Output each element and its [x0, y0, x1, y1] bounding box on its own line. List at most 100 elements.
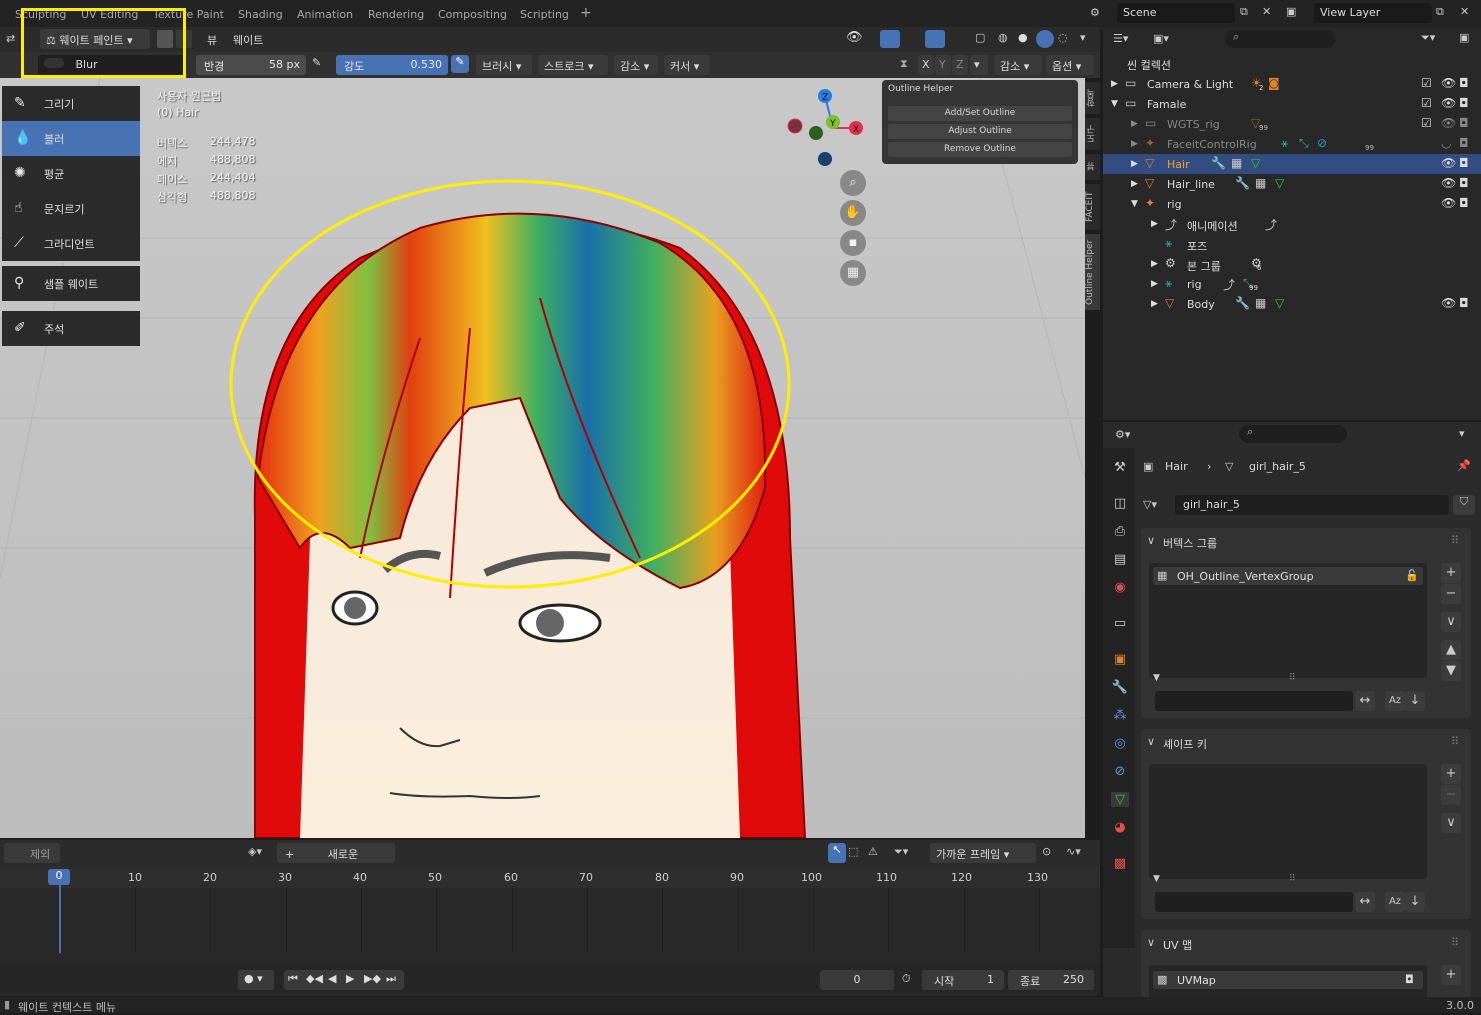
- expand-arrow-icon[interactable]: ▶: [1131, 139, 1138, 149]
- new-keying-set-button[interactable]: + 새로운: [277, 843, 395, 863]
- wireframe-shading-icon[interactable]: ◍: [998, 31, 1008, 44]
- outliner-row-rig-data[interactable]: ▶ ⚹ rig ⤴ ⤡ 99: [1103, 274, 1481, 294]
- scene-selector[interactable]: Scene: [1117, 3, 1235, 23]
- prev-keyframe-icon[interactable]: ◆◀: [306, 972, 323, 985]
- tab-rendering[interactable]: Rendering: [368, 8, 424, 21]
- start-frame-field[interactable]: 시작 1: [922, 970, 1004, 990]
- collapse-arrow-icon[interactable]: ▼: [1131, 199, 1138, 209]
- modifier-tab-icon[interactable]: 🔧: [1111, 680, 1129, 695]
- brush-menu[interactable]: 브러시 ▾: [476, 55, 532, 75]
- tool-average[interactable]: ✺ 평균: [2, 156, 140, 191]
- expand-arrow-icon[interactable]: ▶: [1131, 119, 1138, 129]
- tool-blur[interactable]: 💧 블러: [2, 121, 140, 156]
- side-tab-tool[interactable]: 도구: [1085, 118, 1100, 150]
- view-layer-icon[interactable]: ▣: [1286, 5, 1296, 18]
- drag-handle-icon[interactable]: ⠿: [1451, 735, 1459, 748]
- scene-icon[interactable]: ⚙: [1090, 6, 1100, 19]
- drag-handle-icon[interactable]: ⠿: [1451, 534, 1459, 547]
- uv-map-item[interactable]: ▩ UVMap ◘: [1153, 971, 1423, 989]
- eye-icon[interactable]: 👁: [1441, 296, 1456, 310]
- filter-view-icon[interactable]: ▣▾: [1153, 32, 1169, 45]
- cursor-menu[interactable]: 커서 ▾: [664, 55, 710, 75]
- add-set-outline-button[interactable]: Add/Set Outline: [888, 106, 1072, 121]
- mirror-x-toggle[interactable]: X: [918, 55, 934, 75]
- scene-collection-label[interactable]: 씬 컬렉션: [1127, 57, 1171, 73]
- side-tab-item[interactable]: 항목: [1085, 82, 1100, 114]
- render-camera-icon[interactable]: ◘: [1459, 196, 1469, 210]
- constraint-tab-icon[interactable]: ⊘: [1111, 764, 1129, 779]
- sort-reverse-icon[interactable]: ↓: [1405, 691, 1425, 711]
- keying-set-icon[interactable]: ◈▾: [248, 845, 262, 858]
- zoom-icon[interactable]: ⌕: [840, 170, 866, 196]
- vertex-group-item[interactable]: ▦ OH_Outline_VertexGroup 🔓: [1153, 567, 1423, 585]
- view-menu[interactable]: 뷰: [207, 32, 217, 48]
- outliner-row-famale[interactable]: ▼ ▭ Famale ☑ 👁 ◘: [1103, 94, 1481, 114]
- solid-shading-icon[interactable]: ●: [1018, 31, 1028, 44]
- collapse-arrow-icon[interactable]: ▼: [1111, 99, 1118, 109]
- move-down-button[interactable]: ▼: [1441, 661, 1461, 681]
- world-tab-icon[interactable]: ▭: [1111, 616, 1129, 631]
- proportional-icon[interactable]: ⊙: [1042, 845, 1051, 858]
- pan-hand-icon[interactable]: ✋: [840, 200, 866, 226]
- eye-icon[interactable]: 👁: [1441, 116, 1456, 130]
- outliner-search-input[interactable]: ⌕: [1225, 30, 1335, 48]
- data-tab-icon[interactable]: ▽: [1111, 792, 1129, 807]
- lock-icon[interactable]: 🔓: [1405, 569, 1419, 582]
- active-render-camera-icon[interactable]: ◘: [1405, 973, 1414, 986]
- timeline[interactable]: 0 10 20 30 40 50 60 70 80 90 100 110 120…: [0, 866, 1100, 966]
- scene-tab-icon[interactable]: ◉: [1111, 580, 1129, 595]
- copy-layer-icon[interactable]: ⧉: [1436, 5, 1444, 19]
- outliner-row-animation[interactable]: ▶ ⤴ 애니메이션 ⤴: [1103, 214, 1481, 234]
- expand-arrow-icon[interactable]: ▶: [1151, 299, 1158, 309]
- outliner-row-bone-group[interactable]: ▶ ⚙ 본 그룹 ⚙ 6: [1103, 254, 1481, 274]
- current-frame-indicator[interactable]: 0: [48, 869, 70, 885]
- editor-type-icon[interactable]: ⚙▾: [1115, 428, 1130, 441]
- tab-animation[interactable]: Animation: [297, 8, 353, 21]
- side-tab-outline-helper[interactable]: Outline Helper: [1085, 234, 1100, 310]
- jump-end-icon[interactable]: ⏭: [386, 972, 396, 986]
- outliner-row-camera-light[interactable]: ▶ ▭ Camera & Light ☀ 2 ◙ ☑ 👁 ◘: [1103, 74, 1481, 94]
- new-collection-icon[interactable]: ▣: [1459, 31, 1469, 44]
- outliner-row-faceit-rig[interactable]: ▶ ✦ FaceitControlRig ⚹ ⤡ ⊘ 99 ◡ ◘: [1103, 134, 1481, 154]
- select-icon[interactable]: ↖: [828, 843, 846, 863]
- output-tab-icon[interactable]: ⎙: [1111, 524, 1129, 539]
- list-expand-icon[interactable]: ▼: [1153, 874, 1160, 884]
- render-camera-icon[interactable]: ◘: [1459, 96, 1469, 110]
- adjust-outline-button[interactable]: Adjust Outline: [888, 124, 1072, 139]
- falloff-options-menu[interactable]: 감소 ▾: [994, 55, 1042, 75]
- side-tab-faceit[interactable]: FACEIT: [1085, 184, 1100, 230]
- move-up-button[interactable]: ▲: [1441, 640, 1461, 660]
- play-icon[interactable]: ▶: [346, 972, 354, 985]
- texture-tab-icon[interactable]: ▩: [1111, 856, 1129, 871]
- mesh-name-field[interactable]: girl_hair_5: [1175, 495, 1449, 515]
- eye-icon[interactable]: 👁: [1441, 76, 1456, 90]
- record-button[interactable]: ● ▾: [238, 970, 274, 990]
- render-camera-icon[interactable]: ◘: [1459, 136, 1469, 150]
- tool-smear[interactable]: ☝ 문지르기: [2, 191, 140, 226]
- render-camera-icon[interactable]: ◘: [1459, 296, 1469, 310]
- tool-gradient[interactable]: ⟋ 그라디언트: [2, 226, 140, 261]
- snap-mode-selector[interactable]: 가까운 프레임 ▾: [930, 843, 1036, 863]
- falloff-menu[interactable]: 감소 ▾: [614, 55, 658, 75]
- 3d-viewport[interactable]: Z X Y 사용자 원근법 (0) Hair 버텍스 244,478 에지 48…: [0, 78, 1085, 838]
- tool-draw[interactable]: ✎ 그리기: [2, 86, 140, 121]
- display-mode-icon[interactable]: ☰▾: [1113, 32, 1128, 45]
- outliner-row-rig[interactable]: ▼ ✦ rig 👁 ◘: [1103, 194, 1481, 214]
- copy-scene-icon[interactable]: ⧉: [1240, 5, 1248, 19]
- play-reverse-icon[interactable]: ◀: [328, 972, 336, 985]
- pin-icon[interactable]: 📌: [1457, 459, 1471, 472]
- add-workspace-button[interactable]: +: [580, 5, 592, 21]
- mirror-z-toggle[interactable]: Z: [952, 55, 968, 75]
- remove-vertex-group-button[interactable]: −: [1441, 584, 1461, 604]
- side-tab-view[interactable]: 뷰: [1085, 154, 1100, 180]
- jump-start-icon[interactable]: ⏮: [288, 972, 298, 986]
- invert-filter-icon[interactable]: ↔: [1355, 892, 1375, 912]
- add-vertex-group-button[interactable]: +: [1441, 563, 1461, 583]
- physics-tab-icon[interactable]: ◎: [1111, 736, 1129, 751]
- fake-user-shield-icon[interactable]: ⛉: [1453, 495, 1475, 515]
- preview-range-icon[interactable]: ⏱: [902, 972, 911, 986]
- remove-shape-key-button[interactable]: −: [1441, 785, 1461, 805]
- tool-tab-icon[interactable]: ⚒: [1111, 460, 1129, 475]
- options-menu[interactable]: 옵션 ▾: [1046, 55, 1094, 75]
- tab-compositing[interactable]: Compositing: [438, 8, 507, 21]
